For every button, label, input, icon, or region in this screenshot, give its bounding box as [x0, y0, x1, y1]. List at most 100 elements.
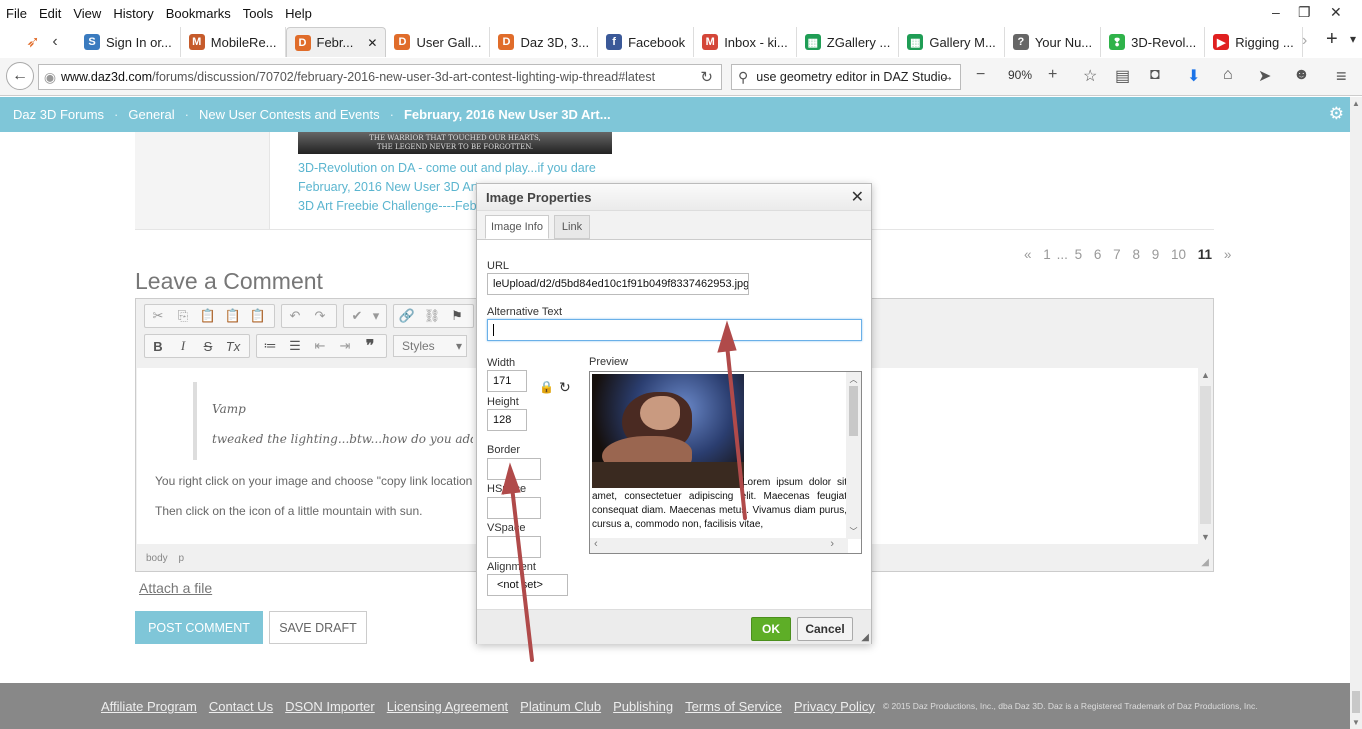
- editor-scrollbar[interactable]: ▲ ▼: [1198, 368, 1213, 544]
- signature-link-3[interactable]: 3D Art Freebie Challenge----Febr: [298, 199, 481, 213]
- download-icon[interactable]: ⬇: [1187, 66, 1200, 86]
- browser-tab[interactable]: f Facebook: [598, 27, 695, 57]
- menu-help[interactable]: Help: [285, 6, 312, 21]
- tab-link[interactable]: Link: [554, 215, 590, 239]
- alt-text-field[interactable]: [487, 319, 862, 341]
- blockquote-icon[interactable]: ❞: [359, 335, 381, 357]
- browser-tab[interactable]: M Inbox - ki...: [694, 27, 797, 57]
- chat-icon[interactable]: ☻: [1293, 66, 1310, 84]
- footer-link-dson[interactable]: DSON Importer: [285, 699, 375, 714]
- ok-button[interactable]: OK: [751, 617, 791, 641]
- menu-tools[interactable]: Tools: [243, 6, 273, 21]
- pagination-page[interactable]: 5: [1075, 247, 1083, 262]
- scroll-up-icon[interactable]: ▲: [1198, 370, 1213, 380]
- dialog-title[interactable]: Image Properties: [477, 184, 871, 211]
- zoom-level[interactable]: 90%: [1008, 68, 1032, 82]
- new-tab-icon[interactable]: +: [1326, 28, 1338, 51]
- hspace-field[interactable]: [487, 497, 541, 519]
- close-window-icon[interactable]: ✕: [1330, 4, 1342, 21]
- browser-tab[interactable]: D Daz 3D, 3...: [490, 27, 599, 57]
- footer-link-licensing[interactable]: Licensing Agreement: [387, 699, 508, 714]
- menu-history[interactable]: History: [113, 6, 153, 21]
- pagination-page[interactable]: 9: [1152, 247, 1160, 262]
- vspace-field[interactable]: [487, 536, 541, 558]
- minimize-icon[interactable]: –: [1272, 4, 1280, 20]
- preview-scroll-thumb[interactable]: [849, 386, 858, 436]
- zoom-out-icon[interactable]: −: [976, 66, 985, 84]
- back-icon[interactable]: ←: [6, 62, 34, 90]
- pagination-first[interactable]: 1: [1043, 247, 1051, 262]
- scroll-down-icon[interactable]: ﹀: [846, 526, 861, 537]
- tab-close-icon[interactable]: ✕: [367, 36, 377, 50]
- url-field[interactable]: leUpload/d2/d5bd84ed10c1f91b049f83374629…: [487, 273, 749, 295]
- tab-scroll-left-icon[interactable]: ‹: [44, 33, 66, 51]
- menu-file[interactable]: File: [6, 6, 27, 21]
- width-field[interactable]: 171: [487, 370, 527, 392]
- site-info-icon[interactable]: ◉: [39, 69, 61, 86]
- unlink-icon[interactable]: ⛓: [421, 305, 443, 327]
- restore-icon[interactable]: ❐: [1298, 4, 1311, 21]
- scroll-left-icon[interactable]: ‹: [594, 538, 598, 550]
- tab-scroll-right-icon[interactable]: ›: [1302, 32, 1307, 50]
- footer-link-publishing[interactable]: Publishing: [613, 699, 673, 714]
- reset-size-icon[interactable]: ↻: [559, 379, 571, 396]
- bullet-list-icon[interactable]: ☰: [284, 335, 306, 357]
- post-comment-button[interactable]: POST COMMENT: [135, 611, 263, 644]
- reading-list-icon[interactable]: ▤: [1115, 66, 1130, 86]
- scroll-down-icon[interactable]: ▼: [1198, 532, 1213, 542]
- cancel-button[interactable]: Cancel: [797, 617, 853, 641]
- gear-icon[interactable]: ⚙: [1329, 104, 1344, 124]
- path-body[interactable]: body: [146, 553, 168, 564]
- anchor-flag-icon[interactable]: ⚑: [446, 305, 468, 327]
- save-draft-button[interactable]: SAVE DRAFT: [269, 611, 367, 644]
- daz-logo-icon[interactable]: ➶: [22, 31, 44, 53]
- menu-bookmarks[interactable]: Bookmarks: [166, 6, 231, 21]
- pagination-next[interactable]: »: [1224, 247, 1232, 262]
- undo-icon[interactable]: ↶: [284, 305, 306, 327]
- pagination-page[interactable]: 6: [1094, 247, 1102, 262]
- border-field[interactable]: [487, 458, 541, 480]
- outdent-icon[interactable]: ⇤: [309, 335, 331, 357]
- scroll-up-icon[interactable]: ︿: [846, 374, 861, 385]
- resize-handle-icon[interactable]: ◢: [1201, 557, 1209, 568]
- redo-icon[interactable]: ↷: [309, 305, 331, 327]
- paste-word-icon[interactable]: 📋: [247, 305, 269, 327]
- attach-file-link[interactable]: Attach a file: [139, 580, 212, 596]
- paste-icon[interactable]: 📋: [197, 305, 219, 327]
- browser-tab[interactable]: ▦ ZGallery ...: [797, 27, 900, 57]
- indent-icon[interactable]: ⇥: [334, 335, 356, 357]
- home-icon[interactable]: ⌂: [1223, 66, 1233, 84]
- signature-link-1[interactable]: 3D-Revolution on DA - come out and play.…: [298, 161, 596, 175]
- browser-tab[interactable]: S Sign In or...: [76, 27, 181, 57]
- preview-horizontal-scrollbar[interactable]: ‹ ›: [590, 538, 848, 553]
- browser-tab[interactable]: M MobileRe...: [181, 27, 286, 57]
- breadcrumb-forums[interactable]: Daz 3D Forums: [13, 107, 104, 122]
- link-icon[interactable]: 🔗: [396, 305, 418, 327]
- breadcrumb-general[interactable]: General: [128, 107, 174, 122]
- hamburger-menu-icon[interactable]: ≡: [1336, 66, 1347, 87]
- editor-scroll-thumb[interactable]: [1200, 386, 1211, 524]
- search-go-icon[interactable]: →: [940, 68, 954, 84]
- page-scroll-thumb[interactable]: [1352, 691, 1360, 713]
- remove-format-icon[interactable]: Tx: [222, 335, 244, 357]
- browser-tab[interactable]: ▶ Rigging ...: [1205, 27, 1303, 57]
- browser-tab[interactable]: ❢ 3D-Revol...: [1101, 27, 1206, 57]
- footer-link-terms[interactable]: Terms of Service: [685, 699, 782, 714]
- footer-link-affiliate[interactable]: Affiliate Program: [101, 699, 197, 714]
- tab-image-info[interactable]: Image Info: [485, 215, 549, 239]
- menu-edit[interactable]: Edit: [39, 6, 61, 21]
- alignment-select[interactable]: <not set>: [487, 574, 568, 596]
- bold-icon[interactable]: B: [147, 335, 169, 357]
- chevron-down-icon[interactable]: ▾: [371, 305, 381, 327]
- zoom-in-icon[interactable]: +: [1048, 66, 1057, 84]
- footer-link-contact[interactable]: Contact Us: [209, 699, 273, 714]
- strikethrough-icon[interactable]: S: [197, 335, 219, 357]
- browser-tab[interactable]: ▦ Gallery M...: [899, 27, 1005, 57]
- close-icon[interactable]: ✕: [851, 187, 864, 207]
- tab-list-icon[interactable]: ▾: [1350, 32, 1356, 46]
- scroll-right-icon[interactable]: ›: [830, 538, 834, 550]
- browser-tab[interactable]: D User Gall...: [386, 27, 491, 57]
- italic-icon[interactable]: I: [172, 335, 194, 357]
- spellcheck-icon[interactable]: ✔: [346, 305, 368, 327]
- pagination-page[interactable]: 8: [1132, 247, 1140, 262]
